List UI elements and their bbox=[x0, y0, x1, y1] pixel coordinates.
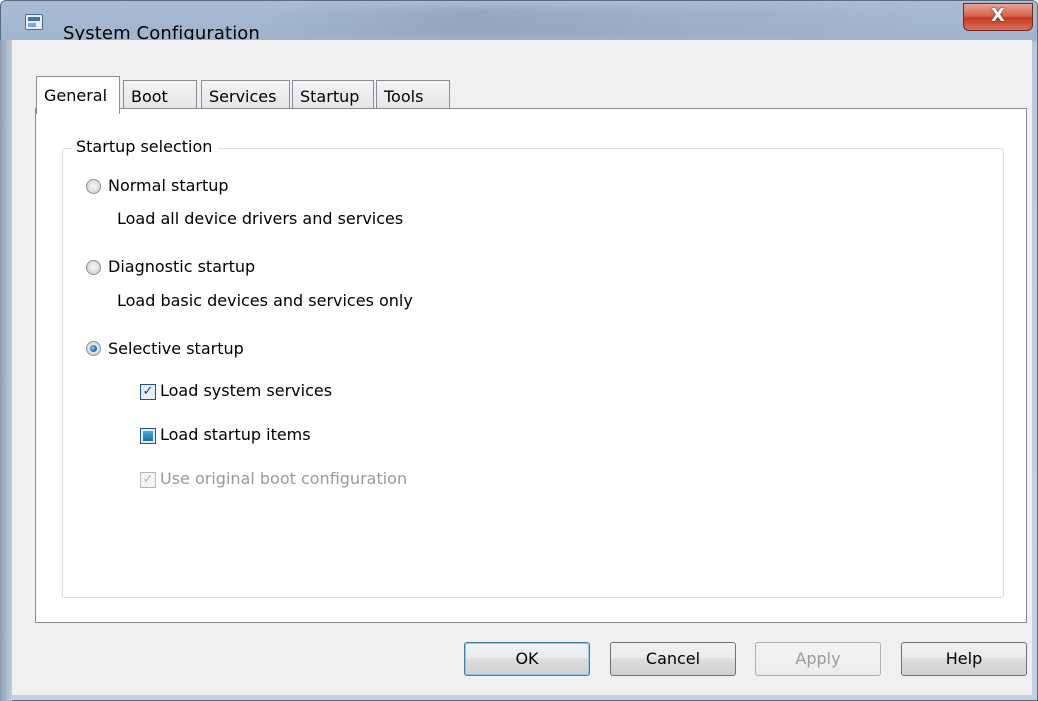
tab-boot-label: Boot bbox=[131, 87, 168, 106]
diagnostic-startup-description: Load basic devices and services only bbox=[117, 291, 413, 310]
selective-startup-label[interactable]: Selective startup bbox=[108, 339, 244, 358]
load-startup-items-label[interactable]: Load startup items bbox=[160, 425, 311, 444]
window-frame-edge bbox=[0, 40, 12, 701]
normal-startup-label[interactable]: Normal startup bbox=[108, 176, 229, 195]
normal-startup-description: Load all device drivers and services bbox=[117, 209, 404, 228]
use-original-boot-checkbox: ✓ bbox=[140, 472, 156, 488]
startup-selection-title: Startup selection bbox=[72, 137, 219, 156]
tab-general-label: General bbox=[44, 86, 108, 105]
diagnostic-startup-label[interactable]: Diagnostic startup bbox=[108, 257, 255, 276]
cancel-button[interactable]: Cancel bbox=[610, 642, 736, 676]
tab-tools-label: Tools bbox=[384, 87, 424, 106]
load-startup-items-checkbox[interactable] bbox=[140, 428, 156, 444]
msconfig-app-icon bbox=[25, 14, 43, 30]
help-button[interactable]: Help bbox=[901, 642, 1027, 676]
diagnostic-startup-radio[interactable] bbox=[86, 260, 101, 275]
tab-general[interactable]: General bbox=[36, 76, 120, 114]
title-bar[interactable]: System Configuration X bbox=[1, 1, 1037, 44]
use-original-boot-label: Use original boot configuration bbox=[160, 469, 408, 488]
selective-startup-radio[interactable] bbox=[86, 341, 101, 356]
close-button[interactable]: X bbox=[963, 3, 1033, 31]
load-system-services-label[interactable]: Load system services bbox=[160, 381, 332, 400]
ok-button[interactable]: OK bbox=[464, 642, 590, 676]
tab-services-label: Services bbox=[209, 87, 277, 106]
apply-button: Apply bbox=[755, 642, 881, 676]
normal-startup-radio[interactable] bbox=[86, 179, 101, 194]
load-system-services-checkbox[interactable]: ✓ bbox=[140, 384, 156, 400]
tab-startup-label: Startup bbox=[300, 87, 360, 106]
